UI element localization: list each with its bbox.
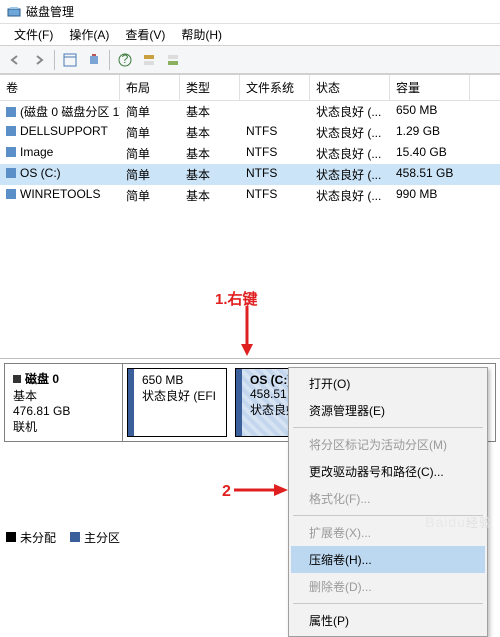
menu-help[interactable]: 帮助(H) — [173, 24, 230, 45]
toolbar: ? — [0, 46, 500, 74]
disk-name: 磁盘 0 — [25, 372, 59, 386]
menu-view[interactable]: 查看(V) — [117, 24, 173, 45]
menu-action[interactable]: 操作(A) — [61, 24, 117, 45]
svg-text:?: ? — [122, 53, 129, 66]
window-title: 磁盘管理 — [26, 3, 74, 20]
col-volume[interactable]: 卷 — [0, 75, 120, 100]
volume-list: 卷 布局 类型 文件系统 状态 容量 (磁盘 0 磁盘分区 1)简单基本状态良好… — [0, 74, 500, 206]
view-top-icon[interactable] — [138, 49, 160, 71]
back-icon[interactable] — [4, 49, 26, 71]
ctx-mark-active: 将分区标记为活动分区(M) — [291, 431, 485, 458]
volume-row[interactable]: (磁盘 0 磁盘分区 1)简单基本状态良好 (...650 MB — [0, 101, 500, 122]
col-type[interactable]: 类型 — [180, 75, 240, 100]
annotation-2: 2 — [222, 483, 231, 501]
ctx-properties[interactable]: 属性(P) — [291, 607, 485, 634]
legend-unalloc: 未分配 — [6, 529, 56, 546]
col-status[interactable]: 状态 — [310, 75, 390, 100]
refresh-icon[interactable] — [83, 49, 105, 71]
col-fs[interactable]: 文件系统 — [240, 75, 310, 100]
legend-primary: 主分区 — [70, 529, 120, 546]
ctx-delete: 删除卷(D)... — [291, 573, 485, 600]
title-bar: 磁盘管理 — [0, 0, 500, 24]
volume-list-header: 卷 布局 类型 文件系统 状态 容量 — [0, 75, 500, 101]
view-bottom-icon[interactable] — [162, 49, 184, 71]
ctx-change-letter[interactable]: 更改驱动器号和路径(C)... — [291, 458, 485, 485]
disk-size: 476.81 GB — [13, 404, 114, 418]
context-menu: 打开(O) 资源管理器(E) 将分区标记为活动分区(M) 更改驱动器号和路径(C… — [288, 367, 488, 637]
disk-mgmt-icon — [6, 4, 22, 20]
menu-bar: 文件(F) 操作(A) 查看(V) 帮助(H) — [0, 24, 500, 46]
ctx-explorer[interactable]: 资源管理器(E) — [291, 397, 485, 424]
volume-row[interactable]: OS (C:)简单基本NTFS状态良好 (...458.51 GB — [0, 164, 500, 185]
ctx-open[interactable]: 打开(O) — [291, 370, 485, 397]
volume-row[interactable]: WINRETOOLS简单基本NTFS状态良好 (...990 MB — [0, 185, 500, 206]
col-layout[interactable]: 布局 — [120, 75, 180, 100]
col-capacity[interactable]: 容量 — [390, 75, 470, 100]
help-icon[interactable]: ? — [114, 49, 136, 71]
ctx-shrink[interactable]: 压缩卷(H)... — [291, 546, 485, 573]
disk-type: 基本 — [13, 387, 114, 404]
volume-row[interactable]: DELLSUPPORT简单基本NTFS状态良好 (...1.29 GB — [0, 122, 500, 143]
disk-label[interactable]: 磁盘 0 基本 476.81 GB 联机 — [5, 364, 123, 441]
forward-icon[interactable] — [28, 49, 50, 71]
disk-state: 联机 — [13, 418, 114, 435]
partition[interactable]: 650 MB 状态良好 (EFI — [127, 368, 227, 437]
watermark-logo: Baidu经验 — [425, 514, 492, 531]
volume-row[interactable]: Image简单基本NTFS状态良好 (...15.40 GB — [0, 143, 500, 164]
ctx-format: 格式化(F)... — [291, 485, 485, 512]
arrow-right-icon — [234, 482, 288, 498]
legend: 未分配 主分区 — [6, 529, 120, 546]
arrow-down-icon — [240, 306, 254, 356]
show-hide-icon[interactable] — [59, 49, 81, 71]
menu-file[interactable]: 文件(F) — [6, 24, 61, 45]
